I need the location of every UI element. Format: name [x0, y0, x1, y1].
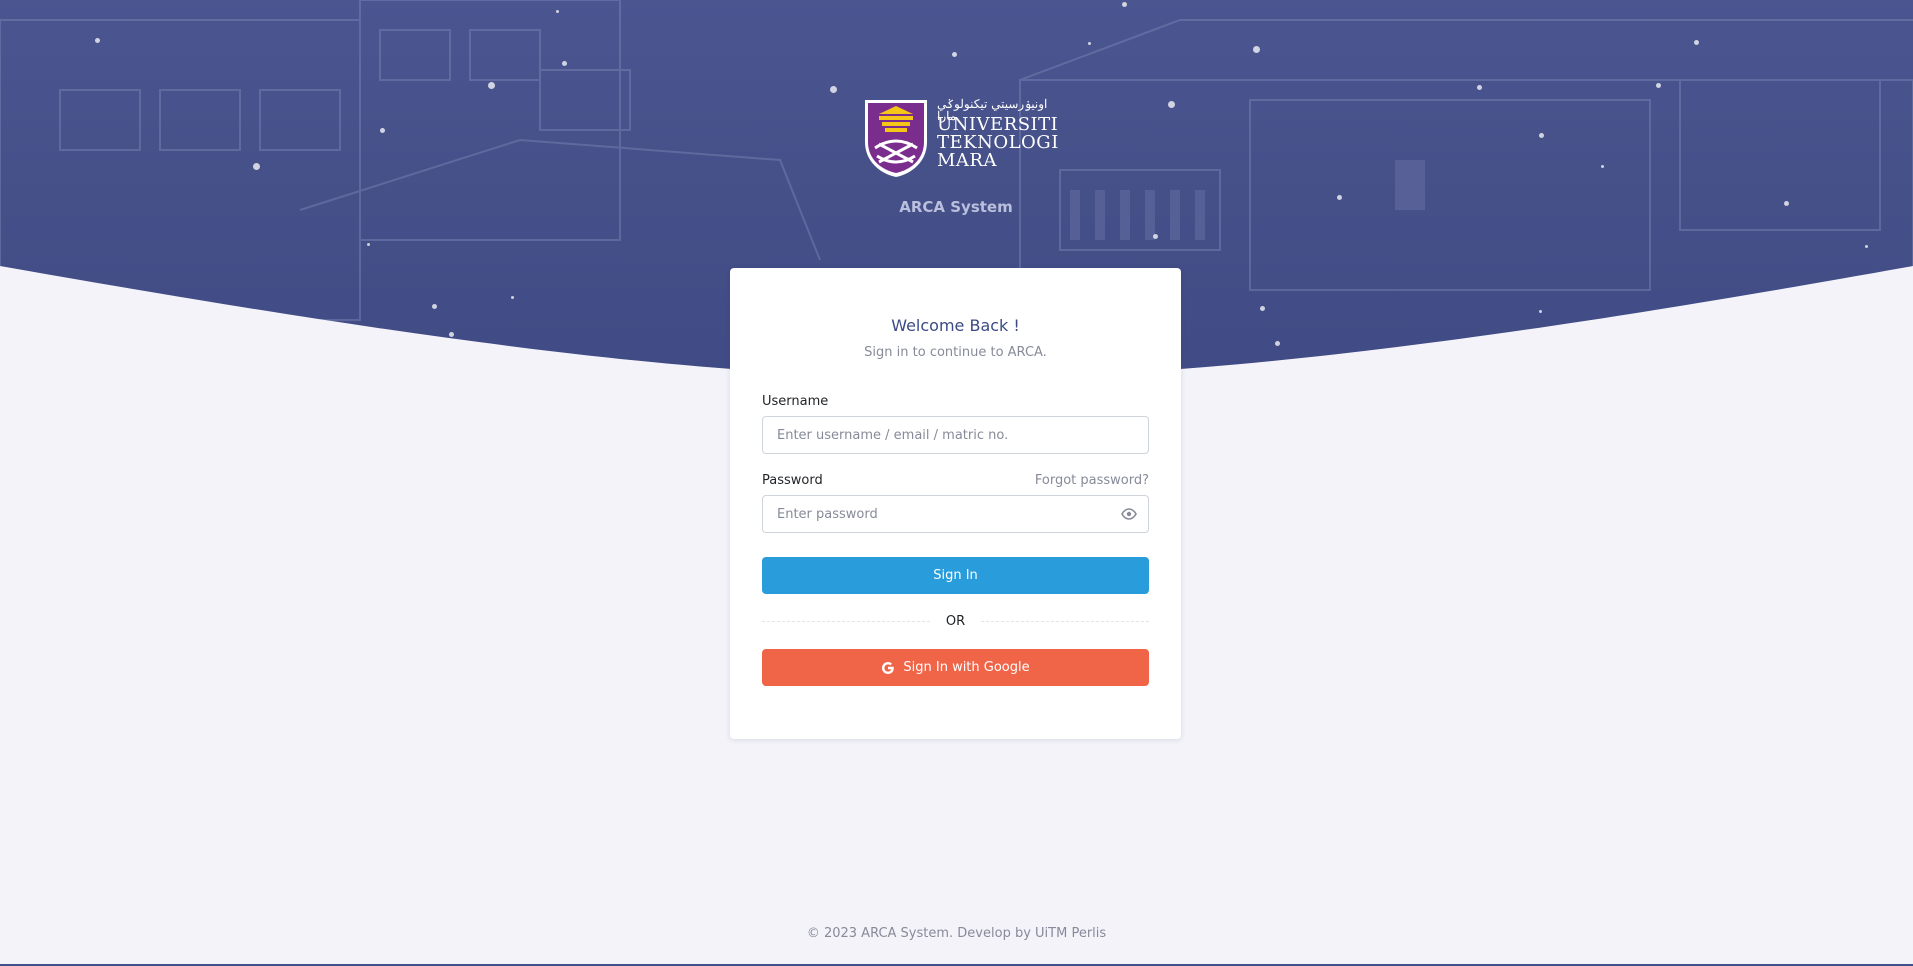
username-label: Username: [762, 394, 829, 409]
eye-icon[interactable]: [1121, 506, 1137, 522]
google-sign-in-button[interactable]: Sign In with Google: [762, 649, 1149, 686]
or-divider: OR: [762, 614, 1150, 629]
forgot-password-link[interactable]: Forgot password?: [1035, 473, 1149, 488]
divider-line-left: [762, 621, 930, 622]
logo-jawi-script: اونيۏرسيتي تيكنولوݢي مارا: [937, 97, 1048, 123]
logo-line-mara: MARA: [937, 150, 997, 171]
login-subtitle: Sign in to continue to ARCA.: [864, 345, 1047, 360]
password-group: Password Forgot password?: [762, 473, 1149, 533]
sign-in-button[interactable]: Sign In: [762, 557, 1149, 594]
password-label: Password: [762, 473, 823, 488]
divider-line-right: [981, 621, 1150, 622]
username-group: Username: [762, 394, 1149, 454]
uitm-logo: اونيۏرسيتي تيكنولوݢي مارا UNIVERSITI TEK…: [863, 98, 1058, 180]
password-input[interactable]: [762, 495, 1149, 533]
uitm-crest-icon: [865, 100, 927, 177]
system-name: ARCA System: [899, 198, 1013, 216]
footer-copyright: © 2023 ARCA System. Develop by UiTM Perl…: [806, 926, 1107, 941]
login-card: Welcome Back ! Sign in to continue to AR…: [730, 268, 1181, 739]
login-page: اونيۏرسيتي تيكنولوݢي مارا UNIVERSITI TEK…: [0, 0, 1913, 966]
login-title: Welcome Back !: [891, 316, 1020, 335]
username-input[interactable]: [762, 416, 1149, 454]
google-g-icon: [882, 661, 895, 674]
uitm-logo-wordmark: اونيۏرسيتي تيكنولوݢي مارا UNIVERSITI TEK…: [937, 98, 1059, 170]
google-sign-in-label: Sign In with Google: [903, 660, 1030, 675]
or-label: OR: [945, 614, 966, 629]
